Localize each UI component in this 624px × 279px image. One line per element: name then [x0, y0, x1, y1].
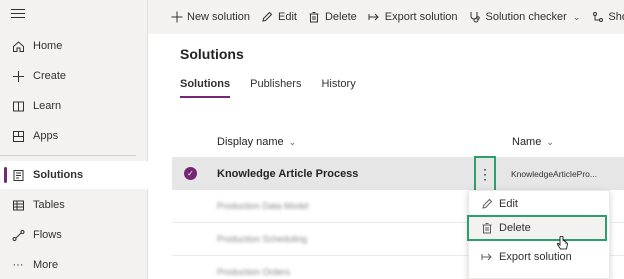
home-icon: [11, 39, 25, 53]
pencil-icon: [261, 11, 274, 24]
trash-icon: [480, 222, 493, 235]
hamburger-menu-icon[interactable]: [11, 9, 25, 23]
sidebar-item-label: More: [33, 259, 59, 271]
sidebar-item-flows[interactable]: Flows: [0, 221, 148, 249]
new-solution-label: New solution: [187, 11, 250, 23]
delete-button[interactable]: Delete: [308, 11, 357, 24]
trash-icon: [308, 11, 321, 24]
export-icon: [368, 11, 381, 24]
sidebar-item-label: Apps: [33, 130, 59, 142]
delete-label: Delete: [324, 11, 357, 23]
chevron-down-icon: ⌄: [572, 11, 581, 22]
sidebar-divider: [0, 155, 136, 156]
more-vertical-icon: ⋮: [478, 166, 492, 182]
page-title: Solutions: [180, 46, 244, 62]
plus-icon: [11, 69, 25, 83]
export-solution-button[interactable]: Export solution: [368, 11, 458, 24]
table-row[interactable]: ✓ Knowledge Article Process KnowledgeArt…: [172, 157, 624, 190]
tab-bar: Solutions Publishers History: [180, 78, 376, 98]
solutions-icon: [11, 168, 25, 182]
row-display-name: Knowledge Article Process: [217, 167, 359, 180]
show-label: Sho: [608, 11, 624, 23]
edit-label: Edit: [277, 11, 297, 23]
column-header-display-name[interactable]: Display name ⌄: [217, 136, 296, 148]
menu-item-label: Edit: [499, 198, 518, 210]
solution-checker-button[interactable]: Solution checker ⌄: [469, 11, 581, 24]
chevron-down-icon: ⌄: [288, 136, 297, 147]
sidebar-item-tables[interactable]: Tables: [0, 191, 148, 219]
sidebar-item-create[interactable]: Create: [0, 62, 148, 90]
sidebar-item-label: Tables: [33, 199, 65, 211]
row-display-name: Production Scheduling: [217, 234, 308, 244]
sidebar: Home Create Learn Apps Solutions Tables …: [0, 0, 148, 279]
plus-icon: [170, 11, 183, 24]
sidebar-item-apps[interactable]: Apps: [0, 122, 148, 150]
sidebar-item-label: Flows: [33, 229, 62, 241]
more-options-button[interactable]: ⋮: [474, 156, 496, 192]
command-bar: New solution Edit Delete Export solution…: [148, 0, 624, 34]
book-icon: [11, 99, 25, 113]
menu-item-label: Delete: [499, 222, 531, 234]
sidebar-item-more[interactable]: ··· More: [0, 251, 148, 279]
dependencies-icon: [591, 11, 604, 24]
sidebar-item-solutions[interactable]: Solutions: [0, 161, 148, 189]
more-horizontal-icon: ···: [12, 259, 24, 271]
show-dependencies-button[interactable]: Sho: [591, 11, 624, 24]
sidebar-item-label: Home: [33, 40, 63, 52]
solution-checker-label: Solution checker: [485, 11, 567, 23]
chevron-down-icon: ⌄: [546, 136, 554, 147]
menu-item-label: Export solution: [499, 251, 572, 263]
hand-cursor-icon: [557, 236, 568, 250]
column-header-label: Display name: [217, 136, 284, 148]
apps-icon: [11, 129, 25, 143]
edit-button[interactable]: Edit: [261, 11, 297, 24]
row-name: KnowledgeArticlePro...: [511, 168, 597, 179]
export-icon: [480, 251, 493, 264]
sidebar-item-home[interactable]: Home: [0, 32, 148, 60]
new-solution-button[interactable]: New solution: [170, 11, 250, 24]
sidebar-item-label: Create: [33, 70, 67, 82]
flow-icon: [11, 228, 25, 242]
checkmark-icon[interactable]: ✓: [184, 167, 197, 180]
export-solution-label: Export solution: [384, 11, 458, 23]
tab-publishers[interactable]: Publishers: [250, 78, 301, 98]
menu-item-export-solution[interactable]: Export solution: [469, 244, 609, 270]
context-menu: Edit Delete Export solution: [467, 190, 610, 279]
sidebar-item-label: Solutions: [33, 169, 84, 181]
menu-item-edit[interactable]: Edit: [469, 191, 609, 217]
column-header-name[interactable]: Name ⌄: [512, 136, 554, 148]
tab-history[interactable]: History: [321, 78, 355, 98]
column-header-label: Name: [512, 136, 542, 148]
menu-item-delete[interactable]: Delete: [467, 215, 607, 241]
sidebar-item-label: Learn: [33, 100, 62, 112]
pencil-icon: [480, 198, 493, 211]
sidebar-item-learn[interactable]: Learn: [0, 92, 148, 120]
stethoscope-icon: [469, 11, 482, 24]
table-icon: [11, 198, 25, 212]
row-display-name: Production Orders: [217, 267, 291, 277]
tab-solutions[interactable]: Solutions: [180, 78, 231, 98]
row-display-name: Production Data Model: [217, 201, 309, 211]
